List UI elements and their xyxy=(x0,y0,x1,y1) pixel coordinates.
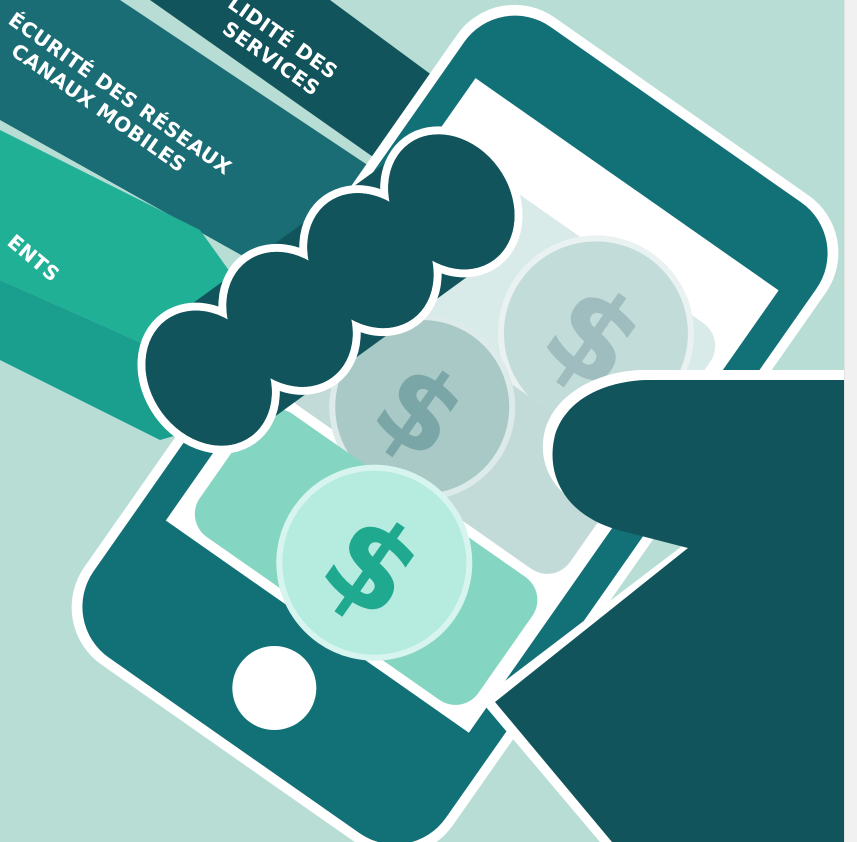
mobile-payment-illustration: LIDITÉ DES SERVICES ÉCURITÉ DES RÉSEAUX … xyxy=(0,0,857,842)
illustration-canvas: LIDITÉ DES SERVICES ÉCURITÉ DES RÉSEAUX … xyxy=(0,0,857,842)
scrollbar-track[interactable] xyxy=(844,0,857,842)
